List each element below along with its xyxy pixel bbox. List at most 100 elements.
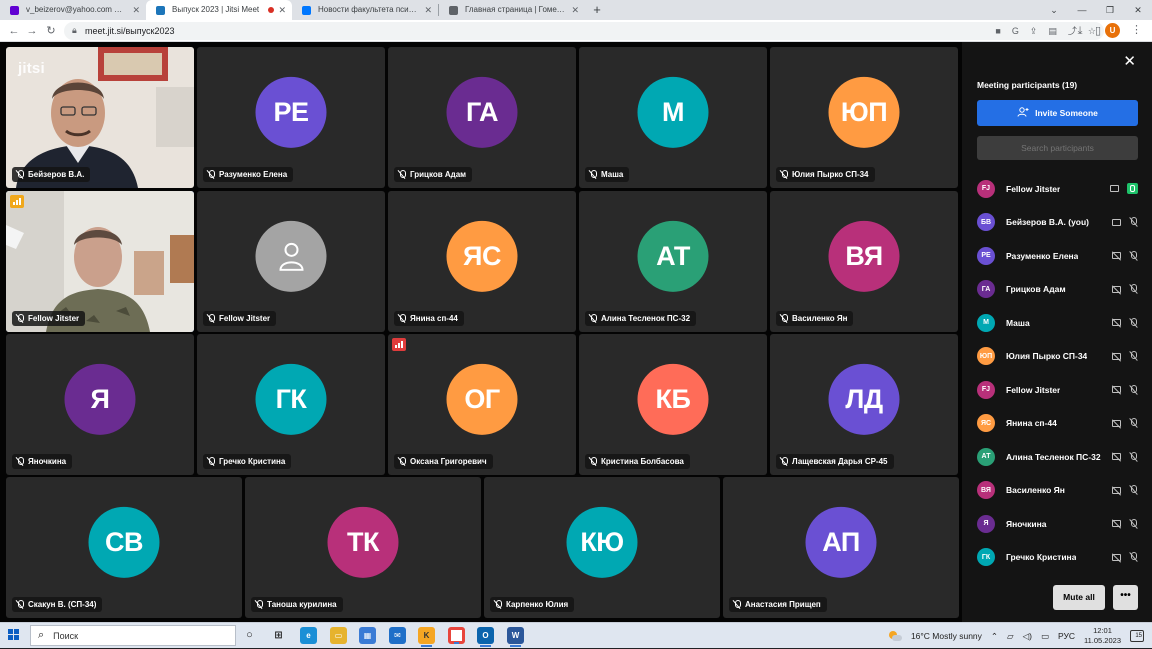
participant-list-item[interactable]: ЮП Юлия Пырко СП-34	[977, 340, 1138, 374]
kmplayer-icon[interactable]: K	[418, 627, 435, 647]
outlook-icon[interactable]: O	[477, 627, 494, 647]
participant-tile[interactable]: ГК Гречко Кристина	[197, 334, 385, 475]
lock-icon[interactable]: 🔒︎	[72, 25, 77, 36]
participant-tile[interactable]: ЛД Лащевская Дарья СР-45	[770, 334, 958, 475]
store-icon[interactable]: ▦	[359, 627, 376, 644]
participant-name: Таноша курилина	[267, 600, 337, 609]
more-options-button[interactable]: •••	[1113, 585, 1138, 610]
search-participants-input[interactable]	[977, 136, 1138, 160]
camera-off-icon	[1112, 285, 1121, 293]
windows-start-icon[interactable]	[8, 629, 20, 641]
participant-list-item[interactable]: Я Яночкина	[977, 507, 1138, 541]
browser-tab[interactable]: v_beizerov@yahoo.com — Yahoo ✕	[0, 0, 146, 20]
power-icon[interactable]: ▭	[1041, 631, 1049, 642]
participant-list-item[interactable]: АТ Алина Тесленок ПС-32	[977, 440, 1138, 474]
file-explorer-icon[interactable]: ▭	[330, 627, 347, 644]
participant-name-label: Маша	[585, 167, 630, 182]
participant-list-item[interactable]: ГА Грицков Адам	[977, 273, 1138, 307]
connection-indicator-icon[interactable]	[10, 195, 24, 208]
language-indicator[interactable]: РУС	[1058, 631, 1075, 641]
browser-menu-icon[interactable]: ⋮	[1131, 23, 1142, 36]
mic-muted-icon	[398, 457, 406, 466]
task-view-icon[interactable]: ○	[241, 627, 258, 644]
notification-center-icon[interactable]: 15	[1130, 630, 1144, 642]
close-panel-icon[interactable]: ✕	[1123, 52, 1136, 70]
browser-tab-strip: v_beizerov@yahoo.com — Yahoo ✕ Выпуск 2023…	[0, 0, 1152, 20]
participant-tile[interactable]: Fellow Jitster	[6, 191, 194, 332]
participant-tile[interactable]: СВ Скакун В. (СП-34)	[6, 477, 242, 618]
mute-all-button[interactable]: Mute all	[1053, 585, 1105, 610]
address-bar[interactable]: 🔒︎ meet.jit.si/выпуск2023 ■ G ⇪ ▤ ⤴ ☆	[64, 22, 1104, 40]
invite-someone-button[interactable]: Invite Someone	[977, 100, 1138, 126]
participant-list-item[interactable]: FJ Fellow Jitster	[977, 172, 1138, 206]
participant-list-item[interactable]: РЕ Разуменко Елена	[977, 239, 1138, 273]
mail-icon[interactable]: ✉	[389, 627, 406, 644]
browser-tab[interactable]: Выпуск 2023 | Jitsi Meet ✕	[146, 0, 292, 20]
participant-tile[interactable]: Я Яночкина	[6, 334, 194, 475]
participant-tile[interactable]: ЮП Юлия Пырко СП-34	[770, 47, 958, 188]
participant-tile[interactable]: ТК Таноша курилина	[245, 477, 481, 618]
participant-tile[interactable]: М Маша	[579, 47, 767, 188]
download-icon[interactable]: ⤓	[1072, 23, 1088, 39]
volume-icon[interactable]: ◁)	[1023, 631, 1032, 642]
participant-tile[interactable]: РЕ Разуменко Елена	[197, 47, 385, 188]
participant-name: Грицков Адам	[410, 170, 467, 179]
close-tab-icon[interactable]: ✕	[132, 0, 140, 20]
profile-avatar[interactable]: U	[1105, 23, 1120, 38]
participant-tile[interactable]: АП Анастасия Прищеп	[723, 477, 959, 618]
mic-muted-icon	[780, 314, 788, 323]
widgets-icon[interactable]: ⊞	[270, 627, 287, 644]
edge-icon[interactable]: e	[300, 627, 317, 644]
participant-tile[interactable]: АТ Алина Тесленок ПС-32	[579, 191, 767, 332]
new-tab-button[interactable]: +	[585, 0, 609, 20]
sidebar-icon[interactable]: ▯	[1090, 23, 1106, 39]
close-tab-icon[interactable]: ✕	[278, 0, 286, 20]
participant-list-item[interactable]: ГК Гречко Кристина	[977, 541, 1138, 575]
mic-muted-icon	[1129, 317, 1138, 328]
weather-text[interactable]: 16°C Mostly sunny	[911, 631, 982, 641]
participant-tile[interactable]: ГА Грицков Адам	[388, 47, 576, 188]
participants-list: FJ Fellow Jitster БВ Бейзеров В.А. (you) РЕ Р…	[977, 172, 1138, 574]
participant-tile[interactable]: КБ Кристина Болбасова	[579, 334, 767, 475]
participant-tile[interactable]: КЮ Карпенко Юлия	[484, 477, 720, 618]
participant-list-item[interactable]: БВ Бейзеров В.А. (you)	[977, 206, 1138, 240]
word-icon[interactable]: W	[507, 627, 524, 647]
camera-in-use-icon[interactable]: ■	[995, 22, 1000, 40]
close-tab-icon[interactable]: ✕	[424, 0, 432, 20]
network-icon[interactable]: ▱	[1007, 631, 1014, 642]
participant-tile[interactable]: Fellow Jitster	[197, 191, 385, 332]
clock[interactable]: 12:01 11.05.2023	[1084, 626, 1121, 646]
google-icon[interactable]: G	[1012, 22, 1019, 40]
participant-list-item[interactable]: FJ Fellow Jitster	[977, 373, 1138, 407]
reload-icon[interactable]: ↻	[43, 23, 59, 39]
mic-muted-icon	[207, 170, 215, 179]
forward-icon[interactable]: →	[24, 23, 40, 39]
participant-tile[interactable]: ОГ Оксана Григоревич	[388, 334, 576, 475]
show-hidden-icons-icon[interactable]: ⌃	[991, 631, 998, 642]
participant-avatar: СВ	[88, 506, 160, 578]
participant-list-item[interactable]: ВЯ Василенко Ян	[977, 474, 1138, 508]
participant-name-label: Карпенко Юлия	[490, 597, 575, 612]
restore-icon[interactable]: ❐	[1096, 0, 1124, 20]
browser-tab[interactable]: Новости факультета психологи ✕	[292, 0, 438, 20]
participant-tile[interactable]: ВЯ Василенко Ян	[770, 191, 958, 332]
participant-name-label: Бейзеров В.А.	[12, 167, 91, 182]
jitsi-logo: jitsi	[18, 60, 45, 77]
participant-tile[interactable]: ЯС Янина сп-44	[388, 191, 576, 332]
close-tab-icon[interactable]: ✕	[571, 0, 579, 20]
tab-title: Выпуск 2023 | Jitsi Meet	[172, 5, 260, 14]
minimize-icon[interactable]: —	[1068, 0, 1096, 20]
tab-search-icon[interactable]: ⌄	[1040, 0, 1068, 20]
weather-sun-cloud-icon[interactable]	[888, 630, 902, 642]
participant-list-item[interactable]: М Маша	[977, 306, 1138, 340]
share-icon[interactable]: ⇪	[1030, 22, 1038, 40]
browser-tab[interactable]: Главная страница | Гомельский ✕	[439, 0, 585, 20]
chrome-icon[interactable]	[448, 627, 465, 644]
back-icon[interactable]: ←	[6, 23, 22, 39]
translate-icon[interactable]: ▤	[1048, 22, 1057, 40]
close-window-icon[interactable]: ✕	[1124, 0, 1152, 20]
participant-list-item[interactable]: ЯС Янина сп-44	[977, 407, 1138, 441]
taskbar-search-box[interactable]: ⌕ Поиск	[30, 625, 236, 646]
participant-avatar: Я	[977, 514, 995, 533]
connection-indicator-icon[interactable]	[392, 338, 406, 351]
